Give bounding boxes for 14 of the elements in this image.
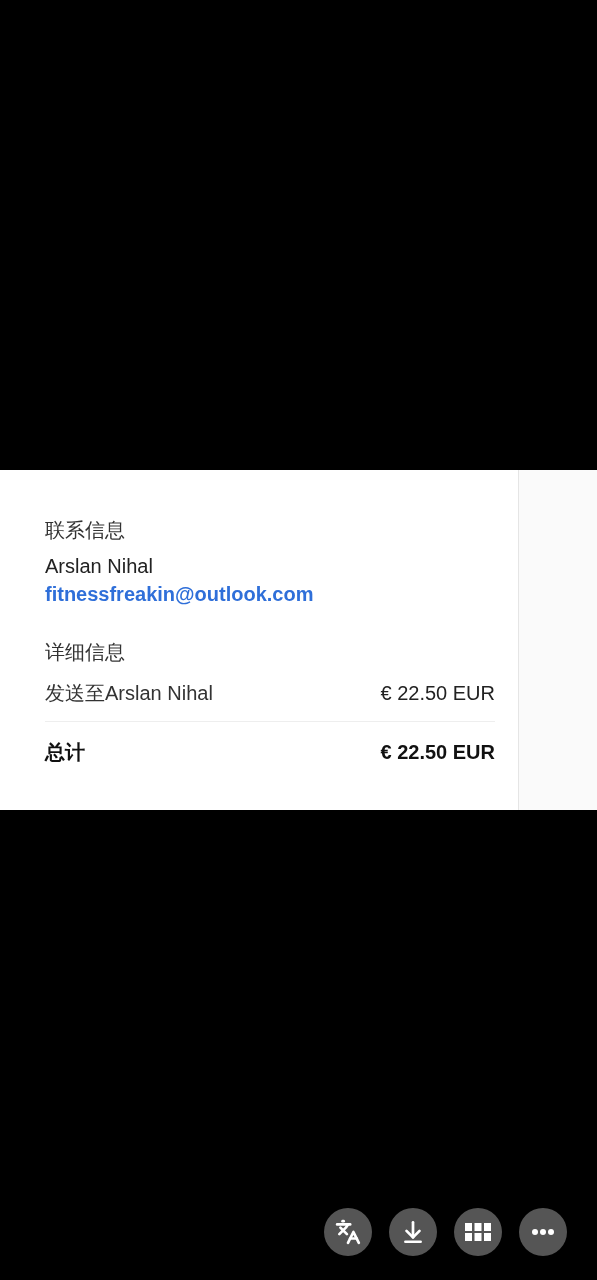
line-item-amount: € 22.50 EUR — [380, 681, 495, 706]
grid-button[interactable] — [454, 1208, 502, 1256]
total-label: 总计 — [45, 740, 85, 765]
more-button[interactable] — [519, 1208, 567, 1256]
contact-heading: 联系信息 — [45, 518, 126, 543]
more-icon — [532, 1229, 554, 1235]
line-item-label: 发送至Arslan Nihal — [45, 681, 213, 706]
total-amount: € 22.50 EUR — [380, 740, 495, 765]
details-heading: 详细信息 — [45, 640, 126, 665]
translate-button[interactable] — [324, 1208, 372, 1256]
grid-icon — [465, 1223, 491, 1241]
download-button[interactable] — [389, 1208, 437, 1256]
translate-icon — [335, 1219, 361, 1245]
contact-name: Arslan Nihal — [45, 554, 154, 579]
